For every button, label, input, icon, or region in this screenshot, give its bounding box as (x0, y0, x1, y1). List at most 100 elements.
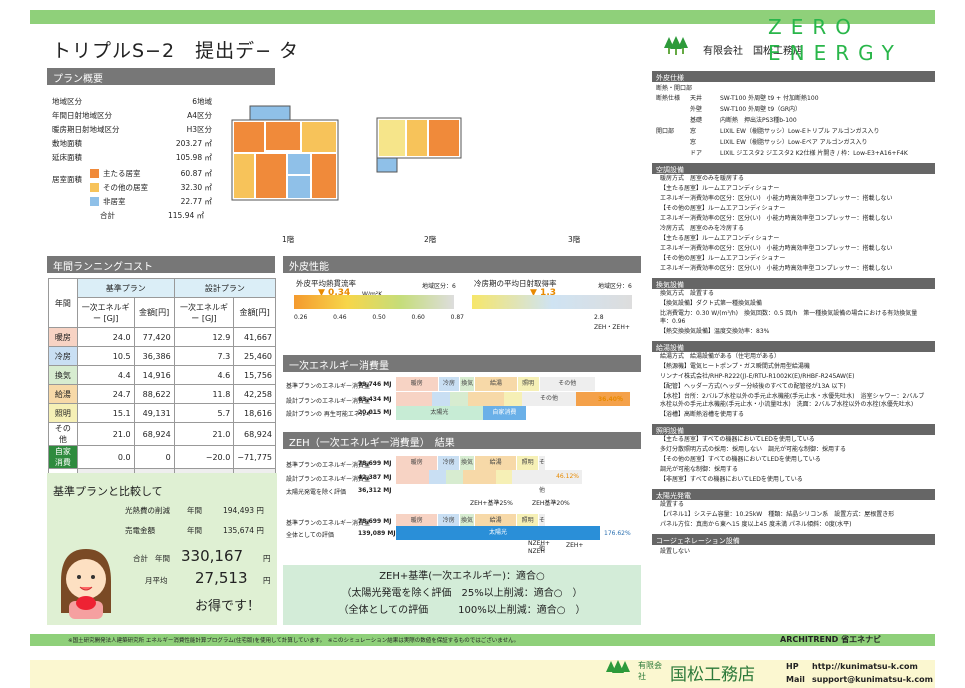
room-value: 22.77 ㎡ (180, 196, 212, 206)
spec-cat: 断熱仕様 (656, 95, 681, 102)
room-row: 主たる居室 60.87 ㎡ (90, 166, 212, 180)
zeh-design-bar: 46.12% (396, 470, 582, 484)
nzeh-label: NZEH+ (528, 540, 550, 547)
spec-title-cogen: コージェネレーション設備 (652, 534, 935, 545)
cost-cell: 15,756 (233, 365, 276, 385)
spec-title-hw: 給湯設備 (652, 341, 935, 352)
room-list: 主たる居室 60.87 ㎡その他の居室 32.30 ㎡非居室 22.77 ㎡ (90, 166, 212, 208)
cost-cell: 10.5 (76, 346, 135, 366)
plan-row: 敷地面積 203.27 ㎡ (52, 138, 212, 152)
cost-row-label: 換気 (48, 365, 78, 385)
energy-seg: その他 (539, 377, 596, 391)
sum-label: 合計 (133, 554, 148, 563)
spec-title-pv: 太陽光発電 (652, 489, 935, 500)
zeh-section-title: ZEH（一次エネルギー消費量） 結果 (283, 432, 641, 449)
spec-text: LIXIL EW（樹脂サッシ）Low-Eペア アルゴンガス入り (720, 139, 868, 146)
floor-plan-1f (231, 105, 339, 201)
zeh-label: 全体としての評価 (286, 532, 334, 539)
spec-cat: 開口部 (656, 128, 675, 135)
month-value: 27,513 (195, 569, 248, 587)
plan-row-value: 6地域 (192, 97, 212, 106)
tree-logo-icon (664, 36, 688, 55)
cost-cell: 77,420 (133, 327, 175, 347)
cost-cell: 5.7 (173, 403, 235, 423)
cost-cell: 36,386 (133, 346, 175, 366)
cost-row: 冷房 10.5 36,386 7.3 25,460 (48, 346, 276, 366)
ac-line: 【主たる居室】ルームエアコンディショナー (660, 235, 780, 242)
energy-seg (504, 392, 522, 406)
plan-row-value: 105.98 ㎡ (175, 153, 212, 162)
cost-cell: 68,924 (233, 422, 276, 446)
plan-row: 年間日射地域区分 A4区分 (52, 110, 212, 124)
light-line: 【非居室】すべての機器においてLEDを使用している (660, 476, 803, 483)
plan-row: 暖房期日射地域区分 H3区分 (52, 124, 212, 138)
energy-seg (468, 392, 504, 406)
other-seg: その他 (522, 392, 576, 406)
mail-label: Mail (786, 675, 805, 684)
zeh-value: 42,387 MJ (358, 474, 392, 481)
light-line: 【主たる居室】すべての機器においてLEDを使用している (660, 436, 815, 443)
hp-link[interactable]: http://kunimatsu-k.com (812, 662, 918, 671)
sum-year-label: 年間 (155, 554, 170, 563)
room-total-value: 115.94 ㎡ (168, 211, 205, 220)
spec-text: SW-T100 外周壁 t9 + 付加断熱100 (720, 95, 819, 102)
ac-line: エネルギー消費効率の区分：区分(い) 小能力時高効率型コンプレッサー：搭載しない (660, 195, 893, 202)
energy-seg: 冷房 (438, 377, 461, 391)
plan-row-label: 延床面積 (52, 153, 82, 162)
cost-cell: −71,775 (233, 445, 276, 469)
cost-cell: 68,924 (133, 422, 175, 446)
compare-box: 基準プランと比較して 光熱費の削減 年間 194,493 円 売電金額 年間 1… (47, 473, 277, 625)
zeh25-label: ZEH+基準25% (470, 500, 513, 507)
cost-cell: 49,131 (133, 403, 175, 423)
room-swatch (90, 182, 99, 192)
spec-cat (656, 149, 690, 158)
spec-part: 外壁 (690, 106, 703, 113)
mascot-icon (61, 549, 111, 619)
compare-title: 基準プランと比較して (53, 485, 163, 498)
savings-value: 194,493 円 (223, 506, 264, 515)
zehp-label: ZEH+ (566, 542, 584, 549)
vent-line: 【熱交換換気設備】温度交換効率：83% (660, 328, 770, 335)
spec-row: 基礎 内断熱 押出法PS3種b-100 (652, 115, 935, 126)
spec-part: 天井 (690, 95, 703, 102)
pv-line: 設置する (660, 501, 685, 508)
spec-part: 窓 (690, 139, 697, 146)
spec-row: 窓 LIXIL EW（樹脂サッシ）Low-Eペア アルゴンガス入り (652, 137, 935, 148)
zeh20-label: ZEH基準20% (532, 500, 570, 507)
room-value: 32.30 ㎡ (180, 182, 212, 192)
cost-row: 換気 4.4 14,916 4.6 15,756 (48, 365, 276, 385)
mail-link[interactable]: support@kunimatsu-k.com (812, 675, 933, 684)
hp-label: HP (786, 662, 799, 671)
spec-title-light: 照明設備 (652, 424, 935, 435)
envelope-section-title: 外皮性能 (283, 256, 641, 273)
energy-seg: 暖房 (396, 377, 439, 391)
cost-cell: 7.3 (173, 346, 235, 366)
light-line: 調光が可能な制御：採用する (660, 466, 739, 473)
energy-seg: 換気 (460, 377, 476, 391)
spec-row: 外壁 SW-T100 外周壁 t9（GR内） (652, 104, 935, 115)
footer-brand: ARCHITREND 省エネナビ (780, 635, 882, 644)
cost-row-label: 給湯 (48, 384, 78, 404)
eta-tick-label: ZEH・ZEH+ (594, 324, 630, 331)
floor-plan-2f (376, 117, 462, 173)
spec-part: ドア (690, 150, 703, 157)
primary-section-title: 一次エネルギー消費量 (283, 355, 641, 372)
cost-cell: 0.0 (76, 445, 135, 469)
spec-title-vent: 換気設備 (652, 278, 935, 289)
hw-line: リンナイ株式会社/RHP-R222(J)-E/RTU-R1002K(E)/RHB… (660, 373, 855, 380)
room-row: 非居室 22.77 ㎡ (90, 194, 212, 208)
cost-cell: 21.0 (173, 422, 235, 446)
cost-cell: 11.8 (173, 384, 235, 404)
cost-cell: 24.7 (76, 384, 135, 404)
cost-row: 照明 15.1 49,131 5.7 18,616 (48, 403, 276, 423)
plan-row-value: 203.27 ㎡ (175, 139, 212, 148)
primary-renew-bar: 太陽光 自家消費 (396, 406, 526, 420)
col-energy: 一次エネルギー [GJ] (76, 297, 135, 328)
ua-tick: 0.26 (294, 314, 308, 321)
spec-row: ドア LIXIL ジエスタ2 ジエスタ2 K2仕様 片開き / 枠：Low-E3+… (652, 148, 935, 159)
zeh-result-3: （全体としての評価 100%以上削減：適合○ ） (338, 605, 586, 616)
energy-seg (450, 392, 468, 406)
vent-line: 比消費電力：0.30 W/(m³/h) 換気回数：0.5 回/h 第一種換気設備… (660, 310, 918, 325)
zeh-pct2: 176.62% (604, 530, 631, 537)
col-cost: 金額[円] (233, 297, 276, 328)
